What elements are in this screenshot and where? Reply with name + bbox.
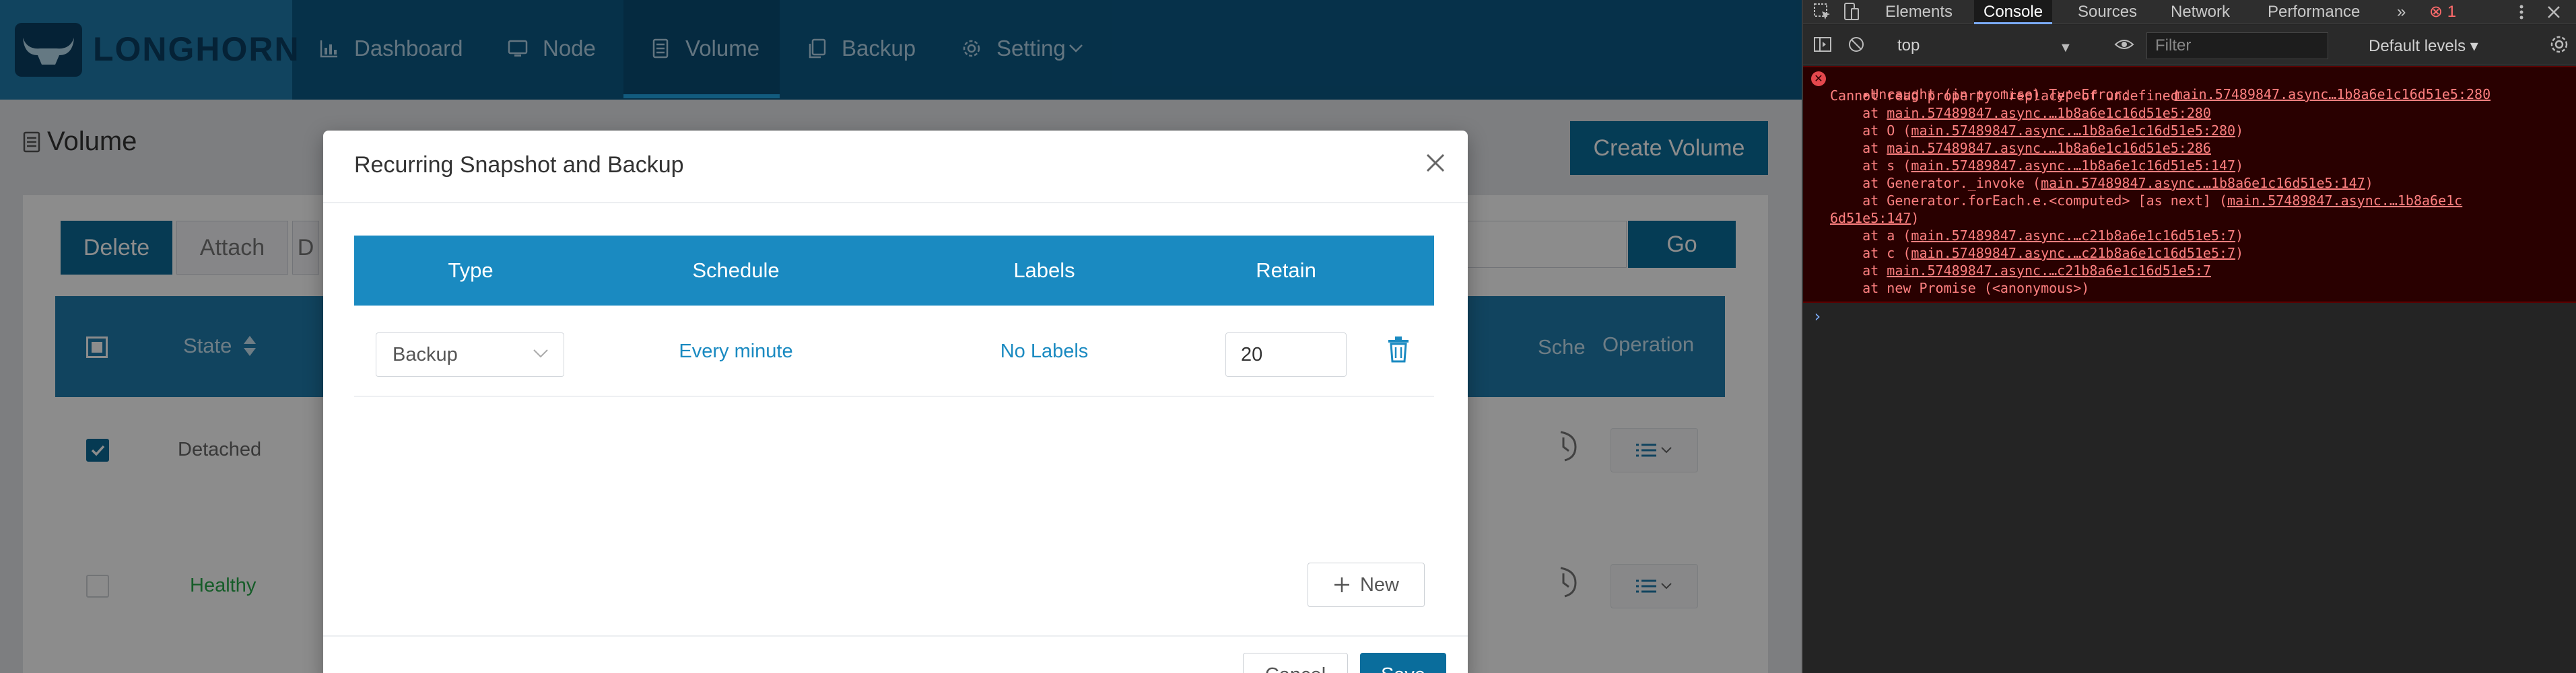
error-badge-icon: ⊗ xyxy=(2429,3,2447,21)
stack-frame-suffix: ) xyxy=(2235,227,2244,244)
stack-frame-suffix: ) xyxy=(2365,175,2373,191)
stack-frame: at a (main.57489847.async.…c21b8a6e1c16d… xyxy=(1830,227,2243,244)
tab-elements[interactable]: Elements xyxy=(1876,0,1962,24)
stack-frame-link[interactable]: main.57489847.async.…1b8a6e1c16d51e5:147 xyxy=(1911,157,2235,174)
stack-frame-link[interactable]: main.57489847.async.…1b8a6e1c16d51e5:286 xyxy=(1887,140,2211,156)
eye-icon[interactable] xyxy=(2114,34,2134,55)
devtools-panel: Elements Console Sources Network Perform… xyxy=(1802,0,2576,673)
plus-icon xyxy=(1334,577,1349,592)
error-message: Cannot read property 'replace' of undefi… xyxy=(1830,87,2179,104)
stack-frame: at Generator.forEach.e.<computed> [as ne… xyxy=(1830,192,2462,209)
stack-frame: at main.57489847.async.…1b8a6e1c16d51e5:… xyxy=(1830,140,2211,156)
modal-divider xyxy=(323,635,1468,637)
stack-frame-text: at xyxy=(1830,140,1887,156)
column-header-labels: Labels xyxy=(1013,258,1075,282)
console-prompt[interactable]: › xyxy=(1812,307,1822,326)
schedule-link[interactable]: Every minute xyxy=(679,341,792,363)
modal-divider xyxy=(323,202,1468,203)
stack-frame-text: at s ( xyxy=(1830,157,1911,174)
stack-frame: at s (main.57489847.async.…1b8a6e1c16d51… xyxy=(1830,157,2243,174)
error-count: 1 xyxy=(2447,3,2457,21)
chevron-down-icon xyxy=(533,349,548,358)
column-header-schedule: Schedule xyxy=(692,258,780,282)
tab-network[interactable]: Network xyxy=(2161,0,2239,24)
retain-input[interactable] xyxy=(1225,332,1347,377)
stack-frame: at O (main.57489847.async.…1b8a6e1c16d51… xyxy=(1830,122,2243,139)
column-header-retain: Retain xyxy=(1256,258,1316,282)
stack-frame-text: at c ( xyxy=(1830,245,1911,261)
dropdown-arrow-icon: ▼ xyxy=(2059,40,2072,55)
stack-frame-suffix: ) xyxy=(2235,245,2244,261)
gear-icon[interactable] xyxy=(2549,34,2569,55)
trash-icon[interactable] xyxy=(1387,336,1410,363)
stack-frame: at main.57489847.async.…c21b8a6e1c16d51e… xyxy=(1830,262,2211,279)
log-levels-select[interactable]: Default levels ▾ xyxy=(2369,36,2478,56)
stack-frame-suffix: ) xyxy=(1911,210,1920,226)
stack-frame-text: at new Promise (<anonymous>) xyxy=(1830,280,2090,296)
execution-context-select[interactable]: top xyxy=(1897,36,1920,55)
close-icon[interactable] xyxy=(1423,151,1448,175)
error-source-link[interactable]: main.57489847.async…1b8a6e1c16d51e5:280 xyxy=(2175,86,2491,102)
recurring-snapshot-modal: Recurring Snapshot and Backup Type Sched… xyxy=(323,131,1468,673)
type-select[interactable]: Backup xyxy=(376,332,564,377)
stack-frame-link[interactable]: main.57489847.async.…c21b8a6e1c16d51e5:7 xyxy=(1911,245,2235,261)
row-divider xyxy=(354,396,1434,397)
stack-frame: 6d51e5:147) xyxy=(1830,210,1919,226)
longhorn-app: LONGHORN Dashboard Node Volume Backup Se… xyxy=(0,0,1802,673)
devtools-tabbar: Elements Console Sources Network Perform… xyxy=(1803,0,2576,24)
stack-frame: at main.57489847.async.…1b8a6e1c16d51e5:… xyxy=(1830,105,2211,121)
stack-frame-text: at xyxy=(1830,262,1887,279)
kebab-menu-icon[interactable] xyxy=(2511,2,2532,22)
tab-sources[interactable]: Sources xyxy=(2068,0,2146,24)
stack-frame-link[interactable]: main.57489847.async.…c21b8a6e1c16d51e5:7 xyxy=(1887,262,2211,279)
inspect-element-icon[interactable] xyxy=(1812,2,1833,22)
stack-frame-link[interactable]: main.57489847.async.…1b8a6e1c16d51e5:280 xyxy=(1887,105,2211,121)
close-icon[interactable] xyxy=(2544,2,2564,22)
device-toolbar-icon[interactable] xyxy=(1841,2,1861,22)
tab-console[interactable]: Console xyxy=(1974,0,2053,24)
stack-frame-text: at O ( xyxy=(1830,122,1911,139)
tab-performance[interactable]: Performance xyxy=(2258,0,2369,24)
stack-frame-text: at Generator._invoke ( xyxy=(1830,175,2041,191)
stack-frame-text: at xyxy=(1830,105,1887,121)
stack-frame-link[interactable]: 6d51e5:147 xyxy=(1830,210,1911,226)
new-schedule-button[interactable]: New xyxy=(1308,563,1425,607)
stack-frame: at Generator._invoke (main.57489847.asyn… xyxy=(1830,175,2373,191)
stack-frame-text: at Generator.forEach.e.<computed> [as ne… xyxy=(1830,192,2228,209)
labels-link[interactable]: No Labels xyxy=(1001,341,1089,363)
more-tabs-button[interactable]: » xyxy=(2387,0,2415,24)
modal-title: Recurring Snapshot and Backup xyxy=(354,152,684,178)
stack-frame-link[interactable]: main.57489847.async.…c21b8a6e1c16d51e5:7 xyxy=(1911,227,2235,244)
stack-frame-link[interactable]: main.57489847.async.…1b8a6e1c xyxy=(2227,192,2462,209)
sidebar-toggle-icon[interactable] xyxy=(1812,34,1833,55)
cancel-button[interactable]: Cancel xyxy=(1243,653,1348,673)
stack-frame-suffix: ) xyxy=(2235,122,2244,139)
type-select-value: Backup xyxy=(393,344,458,365)
stack-frame-suffix: ) xyxy=(2235,157,2244,174)
new-button-label: New xyxy=(1359,573,1399,596)
error-count-badge[interactable]: ⊗ 1 xyxy=(2420,0,2466,24)
save-button[interactable]: Save xyxy=(1360,653,1446,673)
error-icon: ✕ xyxy=(1811,71,1826,86)
stack-frame-link[interactable]: main.57489847.async.…1b8a6e1c16d51e5:280 xyxy=(1911,122,2235,139)
console-filter-input[interactable]: Filter xyxy=(2146,32,2328,59)
stack-frame: at new Promise (<anonymous>) xyxy=(1830,280,2089,296)
column-header-type: Type xyxy=(448,258,494,282)
stack-frame-link[interactable]: main.57489847.async.…1b8a6e1c16d51e5:147 xyxy=(2041,175,2365,191)
stack-frame: at c (main.57489847.async.…c21b8a6e1c16d… xyxy=(1830,245,2243,261)
stack-frame-text: at a ( xyxy=(1830,227,1911,244)
clear-console-icon[interactable] xyxy=(1846,34,1866,55)
